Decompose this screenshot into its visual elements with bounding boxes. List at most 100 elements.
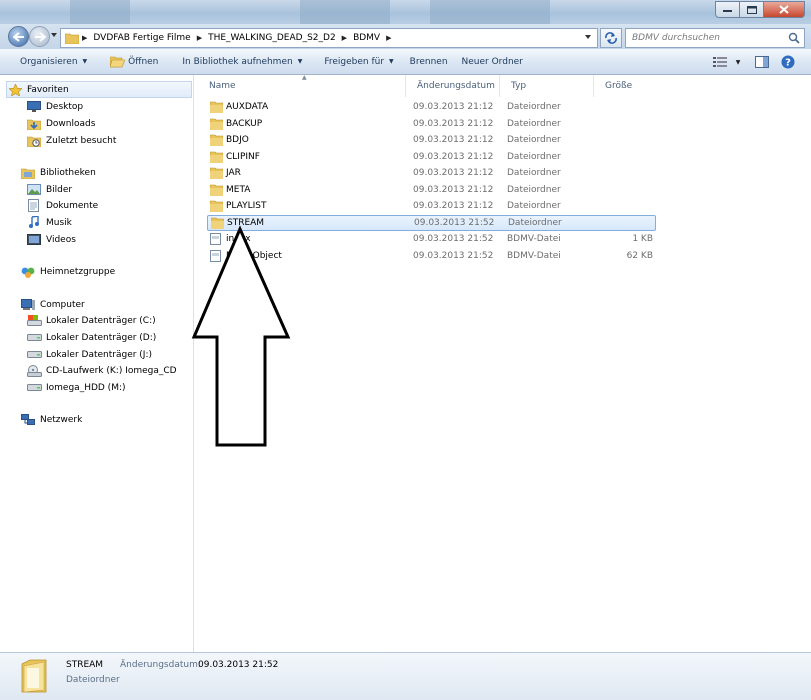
sidebar-item-computer[interactable]: Computer	[20, 296, 85, 313]
new-folder-label: Neuer Ordner	[461, 56, 523, 67]
file-row[interactable]: BDJO 09.03.2013 21:12 Dateiordner	[207, 132, 656, 148]
file-icon	[210, 249, 223, 262]
details-type: Dateiordner	[66, 675, 120, 685]
recent-pages-dropdown[interactable]	[51, 33, 57, 37]
sidebar-item-label: Zuletzt besucht	[46, 135, 117, 146]
sidebar-item-music[interactable]: Musik	[26, 214, 72, 231]
organize-button[interactable]: Organisieren ▼	[13, 51, 94, 73]
sidebar-item-libraries[interactable]: Bibliotheken	[20, 164, 96, 181]
column-header-date[interactable]: Änderungsdatum	[406, 75, 500, 97]
sidebar-item-drive-m[interactable]: Iomega_HDD (M:)	[26, 379, 126, 396]
file-row[interactable]: BACKUP 09.03.2013 21:12 Dateiordner	[207, 116, 656, 132]
file-name-label: AUXDATA	[226, 102, 269, 112]
maximize-button[interactable]	[739, 1, 763, 18]
help-button[interactable]: ?	[777, 52, 799, 72]
videos-icon	[26, 233, 42, 247]
burn-button[interactable]: Brennen	[403, 51, 455, 73]
close-button[interactable]	[763, 1, 805, 18]
file-row[interactable]: AUXDATA 09.03.2013 21:12 Dateiordner	[207, 99, 656, 115]
sidebar-item-network[interactable]: Netzwerk	[20, 411, 82, 428]
file-row[interactable]: PLAYLIST 09.03.2013 21:12 Dateiordner	[207, 198, 656, 214]
preview-pane-button[interactable]	[751, 52, 773, 72]
details-date-label: Änderungsdatum:	[120, 660, 201, 670]
breadcrumb-separator[interactable]: ▶	[79, 34, 90, 42]
navigation-pane: Favoriten Desktop Downloads Zuletzt besu…	[6, 75, 194, 652]
sidebar-item-label: Lokaler Datenträger (D:)	[46, 332, 157, 343]
file-name-label: PLAYLIST	[226, 201, 267, 211]
open-button[interactable]: Öffnen	[103, 51, 165, 73]
column-header-label: Größe	[605, 81, 633, 91]
column-header-size[interactable]: Größe	[594, 75, 656, 97]
address-bar[interactable]: ▶ DVDFAB Fertige Filme ▶ THE_WALKING_DEA…	[60, 28, 598, 48]
file-date: 09.03.2013 21:12	[413, 201, 494, 211]
maximize-icon	[746, 5, 757, 14]
sort-ascending-icon: ▲	[302, 74, 307, 81]
chevron-down-icon[interactable]	[585, 35, 591, 39]
sidebar-item-desktop[interactable]: Desktop	[26, 98, 83, 115]
include-library-label: In Bibliothek aufnehmen	[182, 56, 293, 67]
drive-icon	[26, 348, 42, 362]
breadcrumb-item[interactable]: DVDFAB Fertige Filme	[90, 29, 193, 47]
minimize-button[interactable]	[715, 1, 739, 18]
sidebar-item-label: Dokumente	[46, 200, 99, 211]
column-header-name[interactable]: Name ▲	[198, 74, 406, 97]
file-type: Dateiordner	[507, 201, 561, 211]
explorer-main: Favoriten Desktop Downloads Zuletzt besu…	[0, 74, 811, 652]
sidebar-item-drive-d[interactable]: Lokaler Datenträger (D:)	[26, 329, 156, 346]
file-row[interactable]: index 09.03.2013 21:52 BDMV-Datei 1 KB	[207, 231, 656, 247]
file-type: BDMV-Datei	[507, 234, 561, 244]
sidebar-item-drive-c[interactable]: Lokaler Datenträger (C:)	[26, 312, 156, 329]
chevron-down-icon: ▼	[82, 58, 88, 65]
sidebar-item-favorites[interactable]: Favoriten	[6, 81, 192, 98]
breadcrumb-separator[interactable]: ▶	[383, 34, 394, 42]
breadcrumb-item[interactable]: BDMV	[350, 29, 383, 47]
chevron-down-icon: ▼	[389, 58, 394, 65]
close-icon	[779, 5, 789, 14]
sidebar-item-drive-j[interactable]: Lokaler Datenträger (J:)	[26, 346, 152, 363]
column-header-type[interactable]: Typ	[500, 75, 594, 97]
sidebar-item-recent[interactable]: Zuletzt besucht	[26, 132, 116, 149]
new-folder-button[interactable]: Neuer Ordner	[455, 51, 530, 73]
sidebar-item-homegroup[interactable]: Heimnetzgruppe	[20, 263, 115, 280]
refresh-button[interactable]	[600, 28, 622, 48]
views-dropdown[interactable]: ▼	[731, 52, 745, 72]
file-type: Dateiordner	[507, 184, 561, 195]
file-row[interactable]: CLIPINF 09.03.2013 21:12 Dateiordner	[207, 149, 656, 165]
breadcrumb-separator[interactable]: ▶	[194, 34, 205, 42]
sidebar-item-label: CD-Laufwerk (K:) Iomega_CD	[46, 365, 177, 376]
column-header-label: Änderungsdatum	[417, 81, 495, 91]
file-date: 09.03.2013 21:52	[414, 217, 495, 228]
sidebar-item-label: Heimnetzgruppe	[40, 266, 116, 277]
sidebar-item-videos[interactable]: Videos	[26, 231, 76, 248]
folder-icon	[65, 33, 79, 44]
share-button[interactable]: Freigeben für ▼	[317, 51, 400, 73]
include-library-button[interactable]: In Bibliothek aufnehmen ▼	[175, 51, 309, 73]
column-header-label: Typ	[511, 81, 527, 91]
file-row[interactable]: JAR 09.03.2013 21:12 Dateiordner	[207, 165, 656, 181]
sidebar-item-pictures[interactable]: Bilder	[26, 181, 72, 198]
sidebar-item-downloads[interactable]: Downloads	[26, 115, 95, 132]
file-name: JAR	[209, 167, 241, 180]
music-icon	[26, 216, 42, 230]
file-row[interactable]: MovieObject 09.03.2013 21:52 BDMV-Datei 62 …	[207, 248, 656, 264]
preview-pane-icon	[755, 56, 769, 68]
details-date-value: 09.03.2013 21:52	[198, 660, 279, 670]
change-view-button[interactable]	[709, 52, 731, 72]
file-name-label: STREAM	[227, 217, 265, 228]
sidebar-item-documents[interactable]: Dokumente	[26, 197, 98, 214]
forward-button[interactable]	[29, 26, 50, 47]
chevron-down-icon: ▼	[735, 58, 741, 66]
search-icon[interactable]	[788, 32, 800, 44]
open-folder-icon	[110, 56, 126, 67]
breadcrumb-separator[interactable]: ▶	[339, 34, 350, 42]
library-icon	[20, 166, 36, 180]
sidebar-item-drive-k[interactable]: CD-Laufwerk (K:) Iomega_CD	[26, 362, 177, 379]
breadcrumb-item[interactable]: THE_WALKING_DEAD_S2_D2	[205, 29, 339, 47]
network-icon	[20, 413, 36, 427]
file-row[interactable]: STREAM 09.03.2013 21:52 Dateiordner	[207, 214, 656, 231]
file-date: 09.03.2013 21:12	[413, 118, 494, 129]
back-button[interactable]	[8, 26, 29, 47]
help-icon: ?	[781, 55, 795, 69]
search-input[interactable]: BDMV durchsuchen	[625, 28, 805, 48]
file-row[interactable]: META 09.03.2013 21:12 Dateiordner	[207, 182, 656, 198]
